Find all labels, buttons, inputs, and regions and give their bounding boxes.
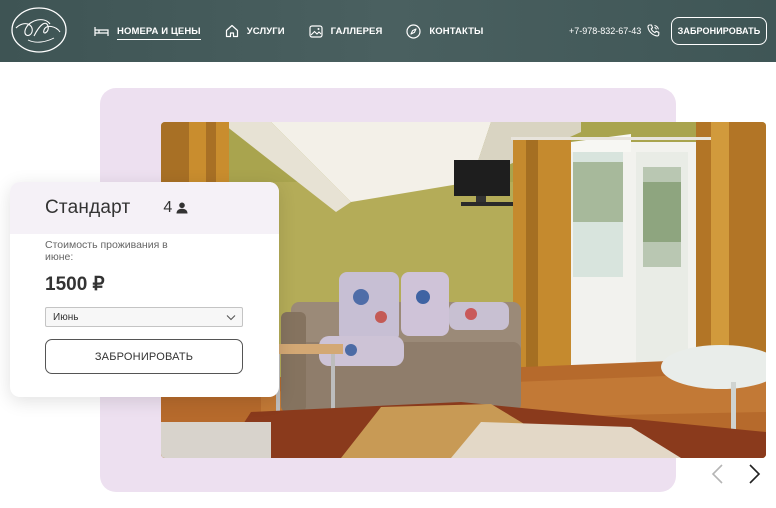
guest-count: 4 [163,199,173,216]
image-icon [309,24,323,38]
chevron-down-icon [226,315,236,321]
price-label: Стоимость проживания в июне: [45,239,168,263]
month-selected-value: Июнь [53,311,79,323]
nav-item-rooms[interactable]: НОМЕРА И ЦЕНЫ [94,22,201,40]
room-card: Стандарт 4 Стоимость проживания в июне: … [10,182,279,397]
chevron-right-icon [749,464,761,484]
gallery-next-button[interactable] [746,462,762,486]
room-card-header: Стандарт 4 [10,182,279,234]
room-title: Стандарт [45,197,131,218]
month-select[interactable]: Июнь [45,307,243,327]
phone-link[interactable]: +7-978-832-67-43 [569,24,660,37]
compass-icon [406,23,421,39]
main-nav: НОМЕРА И ЦЕНЫ УСЛУГИ ГАЛЛЕРЕЯ КОНТАКТЫ [94,22,507,40]
nav-item-contacts[interactable]: КОНТАКТЫ [406,22,483,40]
phone-icon [647,24,660,37]
guest-capacity: 4 [163,199,188,217]
header-book-button[interactable]: ЗАБРОНИРОВАТЬ [671,17,767,45]
room-book-button[interactable]: ЗАБРОНИРОВАТЬ [45,339,243,374]
phone-number: +7-978-832-67-43 [569,25,642,36]
person-icon [176,202,188,214]
home-icon [225,24,238,38]
bed-icon [94,26,109,36]
room-price: 1500 ₽ [45,274,105,295]
nav-item-gallery[interactable]: ГАЛЛЕРЕЯ [309,22,383,40]
nav-item-services[interactable]: УСЛУГИ [225,22,285,40]
nav-label-rooms: НОМЕРА И ЦЕНЫ [117,26,201,40]
nav-label-contacts: КОНТАКТЫ [429,25,484,37]
chevron-left-icon [711,464,723,484]
monogram-logo-icon[interactable] [10,6,68,54]
nav-label-gallery: ГАЛЛЕРЕЯ [330,25,383,37]
gallery-prev-button[interactable] [710,462,726,486]
nav-label-services: УСЛУГИ [246,25,285,37]
site-header: НОМЕРА И ЦЕНЫ УСЛУГИ ГАЛЛЕРЕЯ КОНТАКТЫ + [0,0,776,62]
